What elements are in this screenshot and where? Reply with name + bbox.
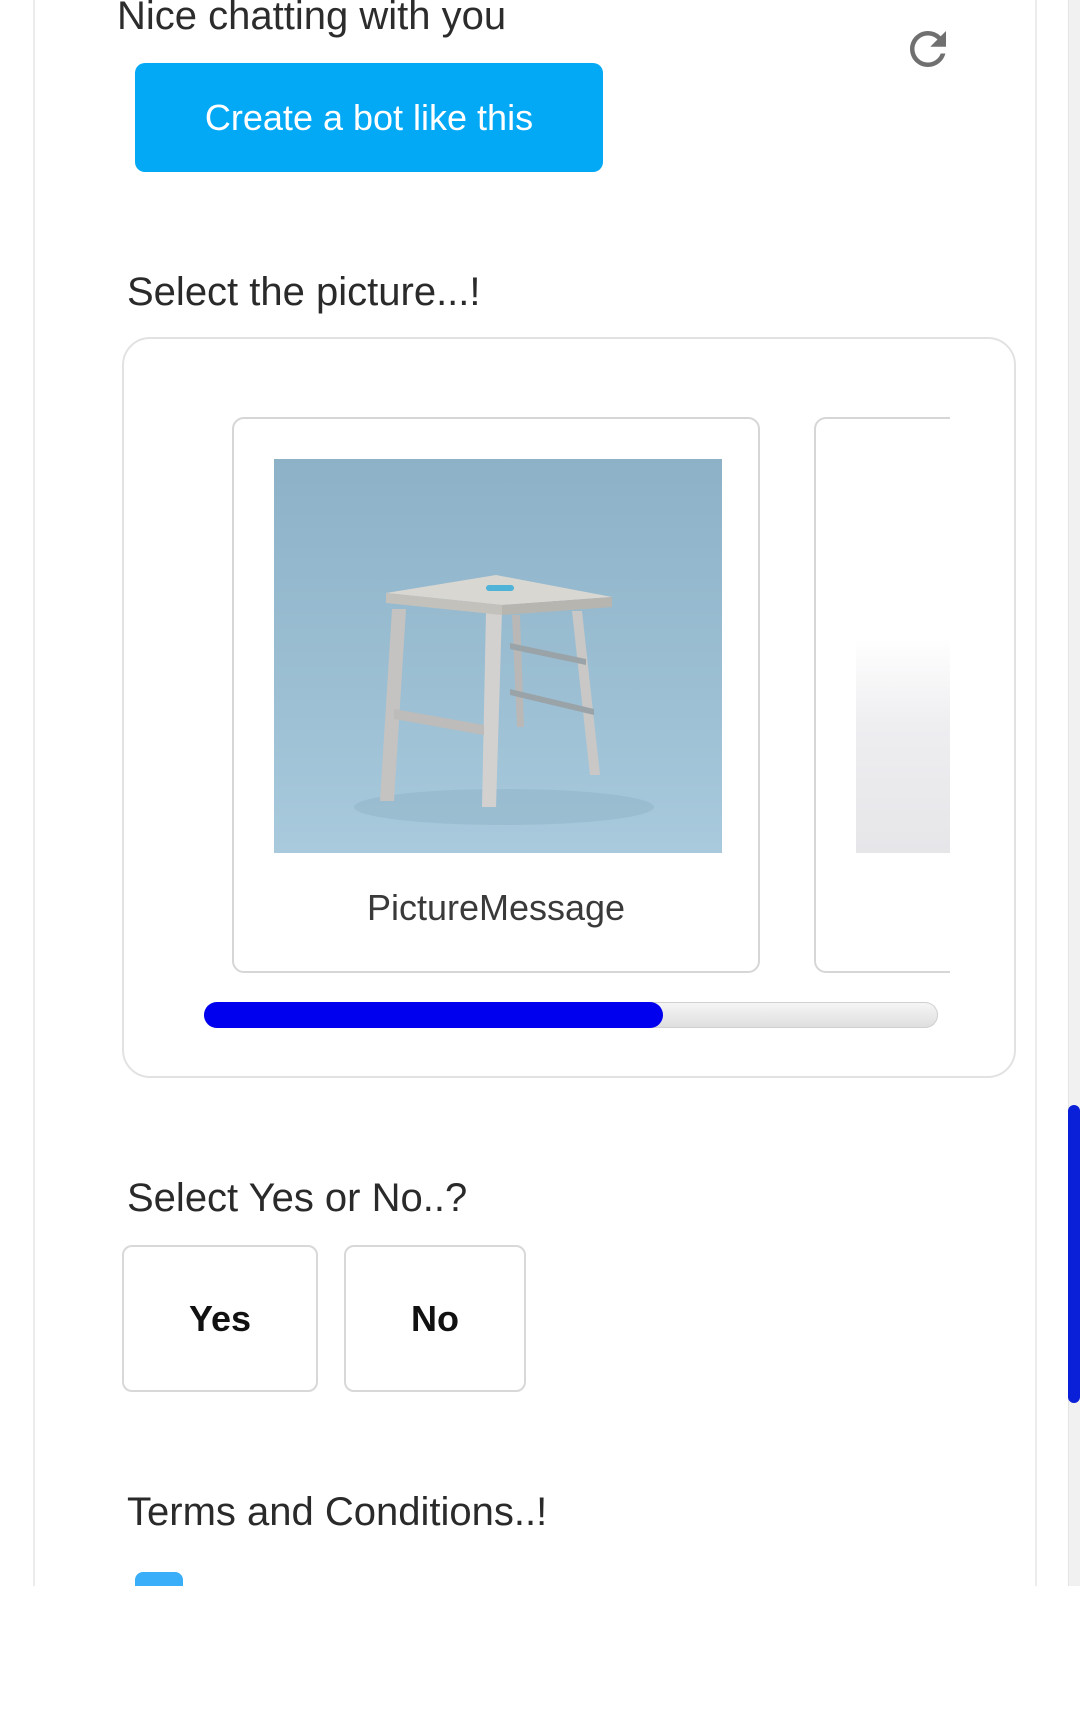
picture-card-partial[interactable] [814,417,950,973]
terms-checkbox[interactable] [135,1572,183,1586]
carousel-scrollbar[interactable] [204,1002,938,1028]
bot-message: Nice chatting with you [117,0,507,38]
chat-panel: Nice chatting with you Create a bot like… [33,0,1037,1586]
partial-card-image [856,639,950,853]
card-label: PictureMessage [366,887,626,928]
stool-image [274,459,722,853]
page-scroll-thumb[interactable] [1068,1105,1080,1403]
yes-no-prompt: Select Yes or No..? [127,1176,468,1220]
picture-card[interactable]: PictureMessage [232,417,760,973]
no-button[interactable]: No [344,1245,526,1392]
carousel-scroll-thumb[interactable] [204,1002,663,1028]
create-bot-button[interactable]: Create a bot like this [135,63,603,172]
picture-prompt: Select the picture...! [127,270,481,314]
picture-carousel: PictureMessage [122,337,1016,1078]
carousel-viewport: PictureMessage [232,417,950,997]
refresh-icon[interactable] [901,22,955,76]
terms-prompt: Terms and Conditions..! [127,1490,548,1534]
yes-button[interactable]: Yes [122,1245,318,1392]
